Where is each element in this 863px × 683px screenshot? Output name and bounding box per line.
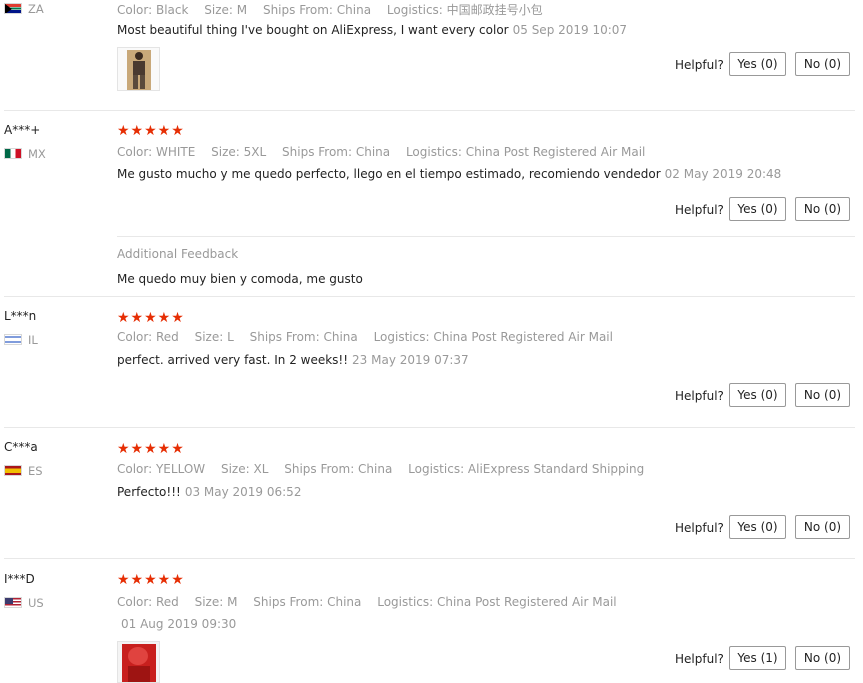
country-code: ES bbox=[28, 464, 43, 478]
helpful-yes-button[interactable]: Yes (1) bbox=[729, 646, 786, 670]
review-content: 01 Aug 2019 09:30 bbox=[117, 617, 236, 631]
review-item: I***D US ★★★★★ Color: Red Size: M Ships … bbox=[0, 558, 863, 683]
country-code: MX bbox=[28, 147, 46, 161]
country-code: IL bbox=[28, 333, 38, 347]
review-date: 05 Sep 2019 10:07 bbox=[512, 23, 628, 37]
reviewer-country: MX bbox=[4, 147, 46, 161]
photo-image bbox=[118, 48, 159, 90]
review-date: 23 May 2019 07:37 bbox=[352, 353, 469, 367]
review-content: Perfecto!!! 03 May 2019 06:52 bbox=[117, 485, 301, 499]
helpful-no-button[interactable]: No (0) bbox=[795, 52, 850, 76]
order-color: Color: Red bbox=[117, 330, 179, 344]
order-color: Color: WHITE bbox=[117, 145, 196, 159]
review-text: Me gusto mucho y me quedo perfecto, lleg… bbox=[117, 167, 661, 181]
review-date: 03 May 2019 06:52 bbox=[184, 485, 302, 499]
helpful-no-button[interactable]: No (0) bbox=[795, 515, 850, 539]
country-code: ZA bbox=[28, 2, 44, 16]
review-item: L***n IL ★★★★★ Color: Red Size: L Ships … bbox=[0, 296, 863, 427]
order-size: Size: L bbox=[194, 330, 234, 344]
helpful-label: Helpful? bbox=[675, 389, 724, 403]
helpful-yes-button[interactable]: Yes (0) bbox=[729, 515, 786, 539]
order-size: Size: M bbox=[204, 3, 248, 17]
il-flag-icon bbox=[4, 334, 22, 345]
review-photo-thumbnail[interactable] bbox=[117, 641, 160, 683]
order-logistics: Logistics: 中国邮政挂号小包 bbox=[386, 3, 543, 17]
order-color: Color: YELLOW bbox=[117, 462, 206, 476]
order-details: Color: Red Size: L Ships From: China Log… bbox=[117, 330, 625, 344]
order-size: Size: M bbox=[194, 595, 238, 609]
reviewer-country: US bbox=[4, 596, 44, 610]
review-item: C***a ES ★★★★★ Color: YELLOW Size: XL Sh… bbox=[0, 427, 863, 558]
review-photo-thumbnail[interactable] bbox=[117, 47, 160, 91]
order-ships-from: Ships From: China bbox=[253, 595, 362, 609]
helpful-no-button[interactable]: No (0) bbox=[795, 197, 850, 221]
reviewer-name: A***+ bbox=[4, 123, 41, 137]
review-text: Perfecto!!! bbox=[117, 485, 181, 499]
order-size: Size: XL bbox=[220, 462, 269, 476]
review-date: 01 Aug 2019 09:30 bbox=[121, 617, 237, 631]
order-logistics: Logistics: AliExpress Standard Shipping bbox=[408, 462, 645, 476]
helpful-no-button[interactable]: No (0) bbox=[795, 383, 850, 407]
review-item: ZA Color: Black Size: M Ships From: Chin… bbox=[0, 0, 863, 110]
reviewer-name: I***D bbox=[4, 572, 35, 586]
order-ships-from: Ships From: China bbox=[262, 3, 372, 17]
reviewer-country: IL bbox=[4, 333, 38, 347]
us-flag-icon bbox=[4, 597, 22, 608]
star-rating: ★★★★★ bbox=[117, 572, 185, 588]
review-item: A***+ MX ★★★★★ Color: WHITE Size: 5XL Sh… bbox=[0, 110, 863, 296]
order-details: Color: Red Size: M Ships From: China Log… bbox=[117, 595, 629, 609]
order-color: Color: Black bbox=[117, 3, 189, 17]
helpful-label: Helpful? bbox=[675, 652, 724, 666]
additional-feedback-text: Me quedo muy bien y comoda, me gusto bbox=[117, 272, 363, 286]
reviewer-name: L***n bbox=[4, 309, 37, 323]
star-rating: ★★★★★ bbox=[117, 441, 185, 457]
order-ships-from: Ships From: China bbox=[284, 462, 393, 476]
helpful-label: Helpful? bbox=[675, 203, 724, 217]
star-rating: ★★★★★ bbox=[117, 310, 185, 326]
reviewer-country: ES bbox=[4, 464, 43, 478]
order-color: Color: Red bbox=[117, 595, 179, 609]
additional-feedback-divider bbox=[117, 236, 855, 237]
helpful-label: Helpful? bbox=[675, 521, 724, 535]
reviewer-name: C***a bbox=[4, 440, 38, 454]
order-ships-from: Ships From: China bbox=[249, 330, 358, 344]
helpful-yes-button[interactable]: Yes (0) bbox=[729, 52, 786, 76]
helpful-label: Helpful? bbox=[675, 58, 724, 72]
helpful-yes-button[interactable]: Yes (0) bbox=[729, 197, 786, 221]
star-rating: ★★★★★ bbox=[117, 123, 185, 139]
order-logistics: Logistics: China Post Registered Air Mai… bbox=[377, 595, 617, 609]
review-text: Most beautiful thing I've bought on AliE… bbox=[117, 23, 509, 37]
helpful-yes-button[interactable]: Yes (0) bbox=[729, 383, 786, 407]
review-content: perfect. arrived very fast. In 2 weeks!!… bbox=[117, 353, 469, 367]
review-date: 02 May 2019 20:48 bbox=[664, 167, 782, 181]
es-flag-icon bbox=[4, 465, 22, 476]
order-logistics: Logistics: China Post Registered Air Mai… bbox=[373, 330, 613, 344]
helpful-no-button[interactable]: No (0) bbox=[795, 646, 850, 670]
mx-flag-icon bbox=[4, 148, 22, 159]
order-size: Size: 5XL bbox=[211, 145, 267, 159]
order-details: Color: YELLOW Size: XL Ships From: China… bbox=[117, 462, 656, 476]
order-ships-from: Ships From: China bbox=[282, 145, 391, 159]
order-logistics: Logistics: China Post Registered Air Mai… bbox=[405, 145, 646, 159]
reviewer-country: ZA bbox=[4, 2, 44, 16]
za-flag-icon bbox=[4, 3, 22, 14]
country-code: US bbox=[28, 596, 44, 610]
additional-feedback-title: Additional Feedback bbox=[117, 247, 239, 261]
order-details: Color: Black Size: M Ships From: China L… bbox=[117, 1, 555, 18]
review-content: Me gusto mucho y me quedo perfecto, lleg… bbox=[117, 167, 781, 181]
photo-image bbox=[118, 642, 159, 682]
review-text: perfect. arrived very fast. In 2 weeks!! bbox=[117, 353, 349, 367]
order-details: Color: WHITE Size: 5XL Ships From: China… bbox=[117, 145, 657, 159]
review-content: Most beautiful thing I've bought on AliE… bbox=[117, 23, 627, 37]
